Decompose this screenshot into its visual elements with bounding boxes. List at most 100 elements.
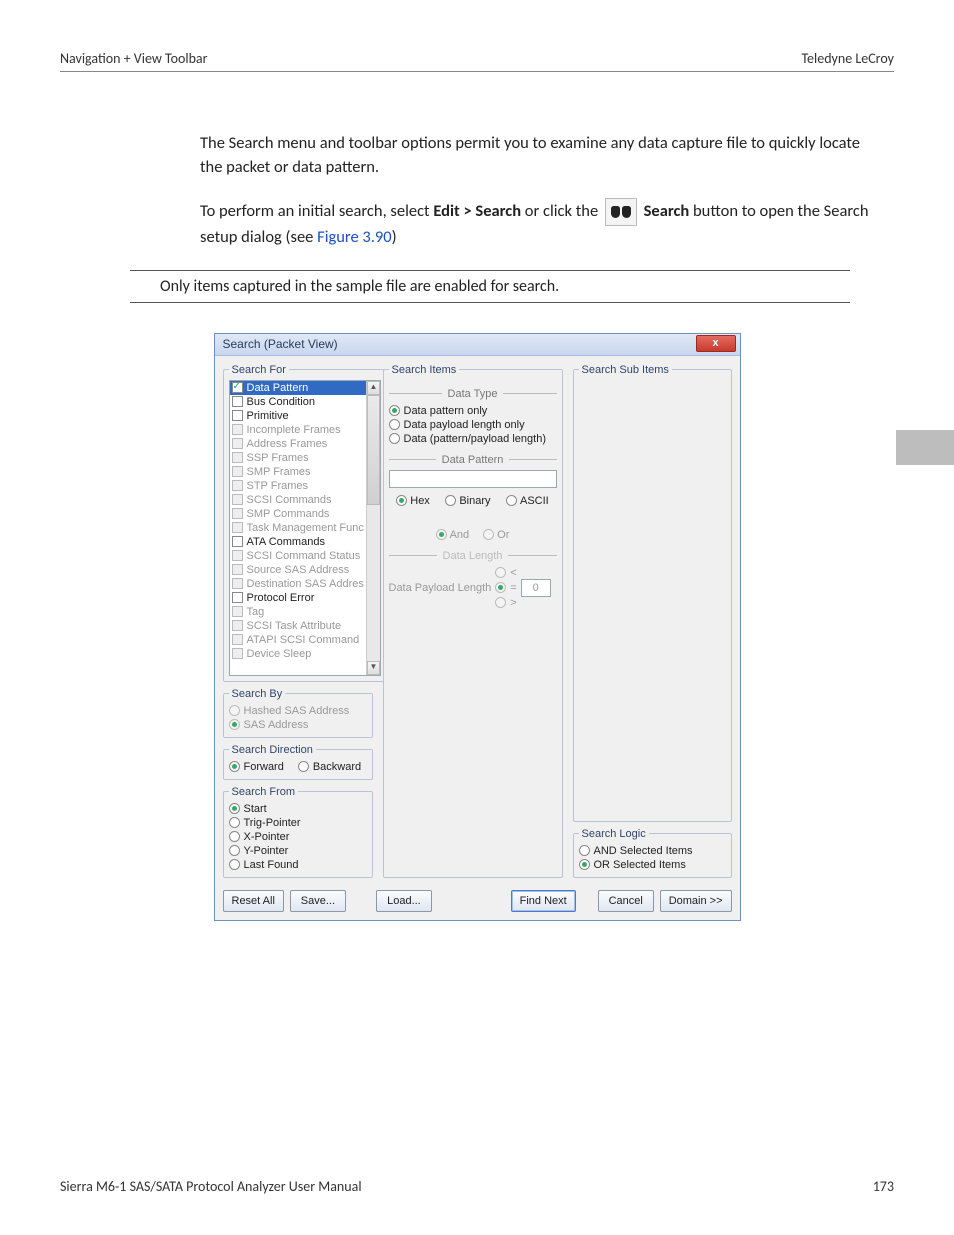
radio-option[interactable]: Start bbox=[229, 802, 367, 816]
cancel-button[interactable]: Cancel bbox=[598, 890, 654, 912]
radio-option: Or bbox=[483, 528, 509, 542]
search-by-group: Search By Hashed SAS AddressSAS Address bbox=[223, 688, 373, 738]
radio-option[interactable]: Trig-Pointer bbox=[229, 816, 367, 830]
save-button[interactable]: Save... bbox=[290, 890, 346, 912]
checkbox bbox=[232, 564, 243, 575]
radio-option[interactable]: Binary bbox=[445, 494, 490, 508]
radio-option[interactable]: Last Found bbox=[229, 858, 367, 872]
list-item: SMP Frames bbox=[230, 465, 366, 479]
checkbox[interactable] bbox=[232, 592, 243, 603]
list-item-label: Tag bbox=[247, 606, 265, 618]
radio-option[interactable]: ASCII bbox=[506, 494, 549, 508]
radio-icon bbox=[436, 529, 447, 540]
list-item-label: Source SAS Address bbox=[247, 564, 350, 576]
checkbox[interactable] bbox=[232, 536, 243, 547]
radio-label: Hashed SAS Address bbox=[244, 705, 350, 717]
list-item-label: Destination SAS Addres bbox=[247, 578, 364, 590]
list-item-label: SCSI Commands bbox=[247, 494, 332, 506]
radio-icon bbox=[229, 705, 240, 716]
checkbox[interactable] bbox=[232, 396, 243, 407]
list-item[interactable]: Primitive bbox=[230, 409, 366, 423]
domain-button[interactable]: Domain >> bbox=[660, 890, 732, 912]
list-item: Destination SAS Addres bbox=[230, 577, 366, 591]
radio-icon bbox=[389, 433, 400, 444]
radio-option: Hashed SAS Address bbox=[229, 704, 367, 718]
length-op-option: > bbox=[495, 596, 516, 610]
radio-option[interactable]: Data payload length only bbox=[389, 418, 557, 432]
search-dialog: Search (Packet View) x Search For Data P… bbox=[214, 333, 741, 921]
radio-option[interactable]: Data (pattern/payload length) bbox=[389, 432, 557, 446]
search-for-group: Search For Data PatternBus ConditionPrim… bbox=[223, 364, 387, 682]
radio-option[interactable]: AND Selected Items bbox=[579, 844, 726, 858]
radio-icon bbox=[229, 803, 240, 814]
radio-option[interactable]: Data pattern only bbox=[389, 404, 557, 418]
instruction-paragraph: To perform an initial search, select Edi… bbox=[200, 198, 874, 250]
scroll-thumb[interactable] bbox=[367, 395, 380, 505]
note-text: Only items captured in the sample file a… bbox=[160, 277, 894, 296]
footer-page-number: 173 bbox=[873, 1178, 894, 1195]
radio-option[interactable]: Backward bbox=[298, 760, 361, 774]
radio-icon bbox=[229, 719, 240, 730]
scroll-up-button[interactable]: ▲ bbox=[367, 381, 380, 395]
list-item-label: Incomplete Frames bbox=[247, 424, 341, 436]
search-from-group: Search From StartTrig-PointerX-PointerY-… bbox=[223, 786, 373, 878]
radio-icon bbox=[579, 859, 590, 870]
radio-icon bbox=[389, 405, 400, 416]
list-item: SCSI Task Attribute bbox=[230, 619, 366, 633]
checkbox[interactable] bbox=[232, 410, 243, 421]
search-direction-group: Search Direction ForwardBackward bbox=[223, 744, 373, 780]
listbox-scrollbar[interactable]: ▲ ▼ bbox=[366, 381, 380, 675]
header-left: Navigation + View Toolbar bbox=[60, 50, 208, 67]
reset-all-button[interactable]: Reset All bbox=[223, 890, 284, 912]
radio-label: ASCII bbox=[520, 495, 549, 507]
close-button[interactable]: x bbox=[696, 335, 736, 352]
list-item: Source SAS Address bbox=[230, 563, 366, 577]
radio-label: And bbox=[450, 529, 470, 541]
list-item[interactable]: ATA Commands bbox=[230, 535, 366, 549]
radio-label: Hex bbox=[410, 495, 430, 507]
radio-option[interactable]: OR Selected Items bbox=[579, 858, 726, 872]
checkbox bbox=[232, 620, 243, 631]
radio-label: Data (pattern/payload length) bbox=[404, 433, 546, 445]
list-item-label: SCSI Task Attribute bbox=[247, 620, 342, 632]
radio-label: SAS Address bbox=[244, 719, 309, 731]
list-item: Address Frames bbox=[230, 437, 366, 451]
list-item-label: Data Pattern bbox=[247, 382, 309, 394]
checkbox bbox=[232, 424, 243, 435]
list-item[interactable]: Data Pattern bbox=[230, 381, 366, 395]
length-op-option: < bbox=[495, 566, 516, 580]
list-item-label: ATAPI SCSI Command bbox=[247, 634, 360, 646]
scroll-down-button[interactable]: ▼ bbox=[367, 661, 380, 675]
search-sub-items-legend: Search Sub Items bbox=[579, 364, 672, 376]
radio-label: Y-Pointer bbox=[244, 845, 289, 857]
radio-label: Forward bbox=[244, 761, 284, 773]
payload-length-input[interactable]: 0 bbox=[521, 579, 551, 597]
search-for-listbox[interactable]: Data PatternBus ConditionPrimitiveIncomp… bbox=[229, 380, 381, 676]
list-item-label: ATA Commands bbox=[247, 536, 325, 548]
list-item[interactable]: Bus Condition bbox=[230, 395, 366, 409]
dialog-titlebar[interactable]: Search (Packet View) x bbox=[215, 334, 740, 356]
radio-option[interactable]: Y-Pointer bbox=[229, 844, 367, 858]
checkbox bbox=[232, 634, 243, 645]
find-next-button[interactable]: Find Next bbox=[511, 890, 576, 912]
list-item-label: SMP Frames bbox=[247, 466, 311, 478]
data-pattern-input[interactable] bbox=[389, 470, 557, 488]
radio-label: Data pattern only bbox=[404, 405, 488, 417]
radio-icon bbox=[298, 761, 309, 772]
radio-option[interactable]: Hex bbox=[396, 494, 430, 508]
checkbox bbox=[232, 550, 243, 561]
figure-link[interactable]: Figure 3.90 bbox=[317, 227, 392, 247]
radio-option[interactable]: Forward bbox=[229, 760, 284, 774]
checkbox[interactable] bbox=[232, 382, 243, 393]
radio-icon bbox=[495, 567, 506, 578]
load-button[interactable]: Load... bbox=[376, 890, 432, 912]
list-item: Device Sleep bbox=[230, 647, 366, 661]
checkbox bbox=[232, 578, 243, 589]
radio-option[interactable]: X-Pointer bbox=[229, 830, 367, 844]
list-item[interactable]: Protocol Error bbox=[230, 591, 366, 605]
note-rule-top bbox=[130, 270, 850, 271]
list-item-label: STP Frames bbox=[247, 480, 309, 492]
list-item: SSP Frames bbox=[230, 451, 366, 465]
radio-label: Binary bbox=[459, 495, 490, 507]
intro-paragraph: The Search menu and toolbar options perm… bbox=[200, 132, 874, 180]
